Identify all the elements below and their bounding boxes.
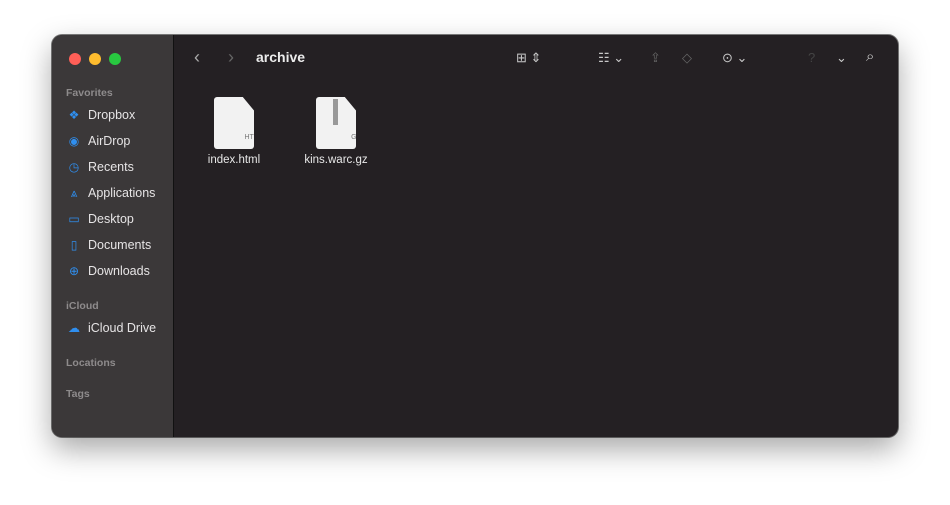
zipper-icon [333,99,338,125]
file-name: index.html [207,154,261,166]
document-icon: ▯ [70,238,78,252]
sidebar-item-label: Downloads [88,264,150,278]
tag-icon[interactable]: ◇ [682,50,692,66]
download-icon: ⊕ [68,264,80,278]
dropbox-icon: ❖ [68,108,80,122]
sidebar-item-label: Dropbox [88,108,136,122]
sidebar-section-icloud: iCloud [66,300,99,312]
sidebar-item-label: Documents [88,238,152,252]
forward-button[interactable]: › [228,47,234,68]
more-actions-button[interactable]: ⊙ ⌄ [722,50,747,66]
back-button[interactable]: ‹ [194,47,200,68]
sidebar-item-downloads[interactable]: ⊕ Downloads [52,258,173,284]
sidebar-item-recents[interactable]: ◷ Recents [52,154,173,180]
sidebar-item-label: Desktop [88,212,134,226]
archive-file-icon: GZ [316,97,356,149]
file-item[interactable]: HTML index.html [189,97,279,166]
sidebar-section-favorites: Favorites [66,87,113,99]
sidebar: Favorites ❖ Dropbox ◉ AirDrop ◷ Recents ⩓ Ap… [52,35,174,437]
view-mode-icon-grid[interactable]: ⊞ ⇕ [516,50,541,66]
sidebar-item-label: iCloud Drive [88,321,157,335]
zoom-button[interactable] [109,53,121,65]
finder-window: Favorites ❖ Dropbox ◉ AirDrop ◷ Recents ⩓ Ap… [52,35,898,437]
html-file-icon: HTML [214,97,254,149]
sidebar-item-applications[interactable]: ⩓ Applications [52,180,173,206]
minimize-button[interactable] [89,53,101,65]
sidebar-item-documents[interactable]: ▯ Documents [52,232,173,258]
close-button[interactable] [69,53,81,65]
group-button[interactable]: ☷ ⌄ [598,50,624,66]
file-area: ‹ › archive ⊞ ⇕ ☷ ⌄ ⇪ ◇ ⊙ ⌄ ? ⌄ ⌕ HTML i… [174,35,898,437]
sidebar-item-dropbox[interactable]: ❖ Dropbox [52,102,173,128]
share-icon[interactable]: ⇪ [650,50,661,66]
applications-icon: ⩓ [70,185,78,200]
chevron-down-icon[interactable]: ⌄ [836,50,847,66]
file-item[interactable]: GZ kins.warc.gz [291,97,381,166]
sidebar-section-locations[interactable]: Locations [52,353,173,372]
sidebar-item-label: AirDrop [88,134,131,148]
sidebar-item-desktop[interactable]: ▭ Desktop [52,206,173,232]
window-title: archive [256,49,306,65]
sidebar-item-icloud-drive[interactable]: ☁ iCloud Drive [52,315,173,341]
sidebar-item-label: Recents [88,160,134,174]
sidebar-item-label: Applications [88,186,156,200]
clock-icon: ◷ [68,160,80,174]
airdrop-icon: ◉ [68,134,80,148]
search-icon[interactable]: ⌕ [866,48,874,65]
sidebar-item-airdrop[interactable]: ◉ AirDrop [52,128,173,154]
file-type-label: HTML [244,134,264,141]
desktop-icon: ▭ [68,212,80,226]
help-icon[interactable]: ? [808,50,815,65]
toolbar: ‹ › archive ⊞ ⇕ ☷ ⌄ ⇪ ◇ ⊙ ⌄ ? ⌄ ⌕ [174,35,898,81]
sidebar-section-tags[interactable]: Tags [52,384,173,403]
cloud-icon: ☁ [68,321,80,335]
file-name: kins.warc.gz [304,154,368,166]
file-type-label: GZ [351,134,361,141]
window-controls [69,53,121,65]
